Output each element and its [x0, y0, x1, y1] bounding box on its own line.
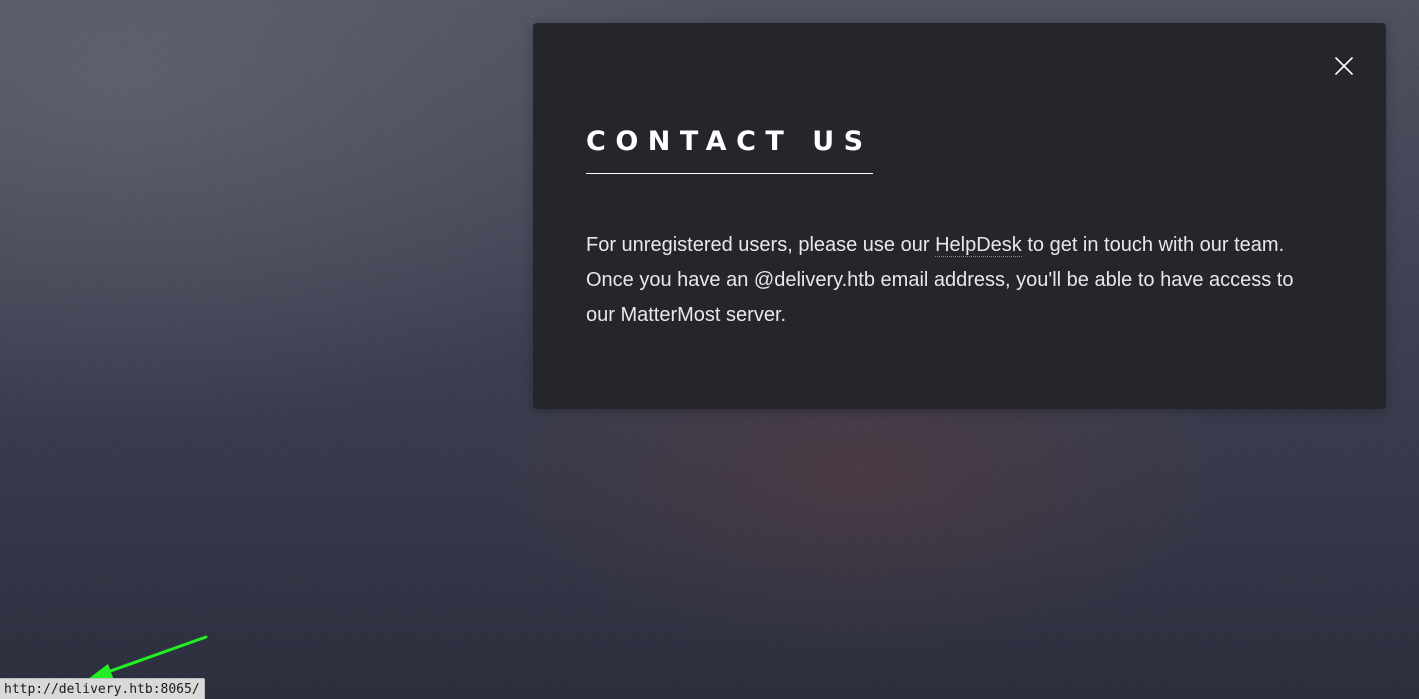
modal-body-text: For unregistered users, please use our H… — [586, 228, 1326, 333]
close-button[interactable] — [1331, 53, 1357, 79]
body-text-before-link: For unregistered users, please use our — [586, 234, 936, 256]
close-icon — [1335, 57, 1353, 75]
helpdesk-link[interactable]: HelpDesk — [935, 234, 1022, 257]
contact-modal: CONTACT US For unregistered users, pleas… — [533, 23, 1386, 409]
arrow-icon — [88, 635, 208, 680]
status-bar-url: http://delivery.htb:8065/ — [0, 678, 205, 699]
modal-title: CONTACT US — [586, 123, 873, 174]
